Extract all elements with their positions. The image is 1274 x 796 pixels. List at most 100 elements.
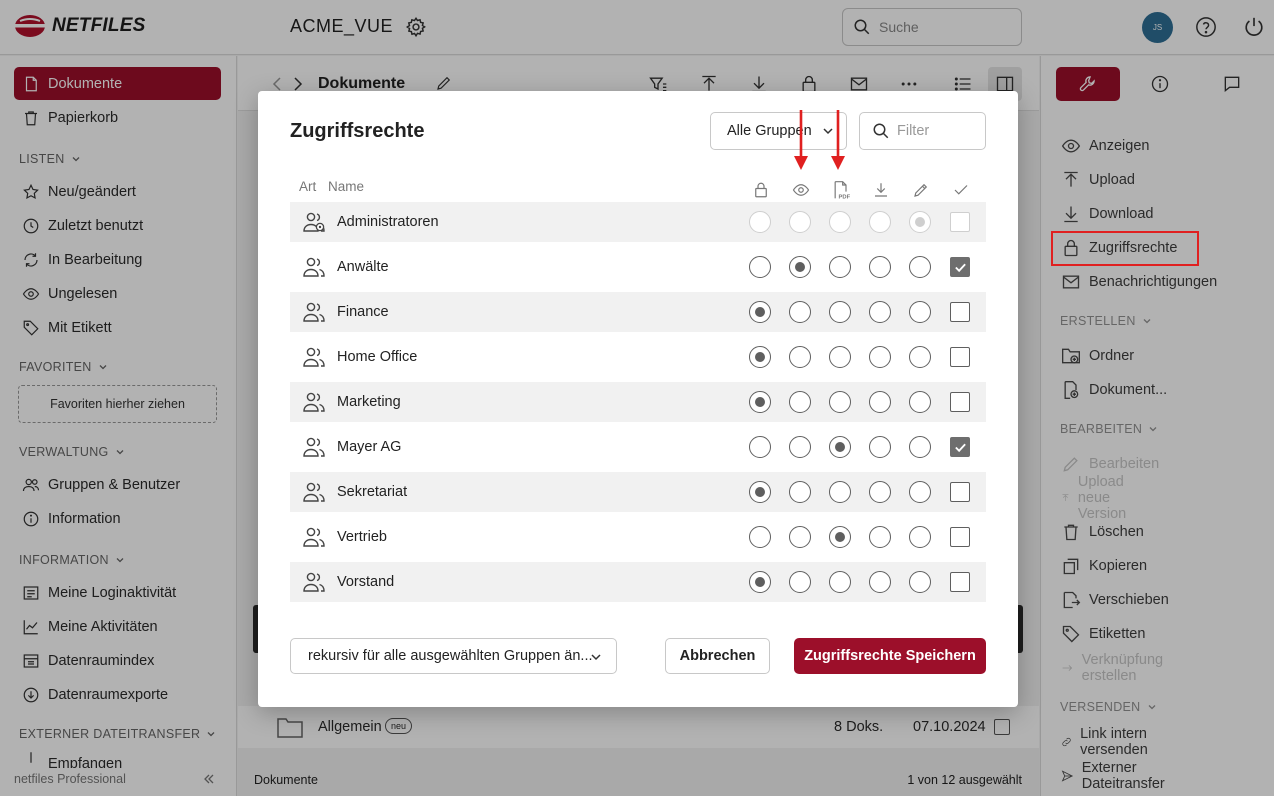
chevron-down-icon bbox=[1143, 319, 1151, 324]
permission-radio[interactable] bbox=[789, 391, 811, 413]
action-verknüpfung-erstellen[interactable]: Verknüpfung erstellen bbox=[1061, 652, 1170, 684]
permission-checkbox[interactable] bbox=[950, 437, 970, 457]
permission-radio[interactable] bbox=[789, 301, 811, 323]
chevron-down-icon bbox=[1148, 705, 1155, 710]
permission-radio[interactable] bbox=[909, 436, 931, 458]
permission-radio[interactable] bbox=[869, 256, 891, 278]
permission-radio[interactable] bbox=[829, 526, 851, 548]
permission-radio[interactable] bbox=[909, 256, 931, 278]
mail-icon bbox=[1062, 275, 1080, 289]
eye-icon bbox=[789, 179, 813, 201]
upload-icon bbox=[1064, 171, 1078, 187]
action-ordner[interactable]: Ordner bbox=[1061, 342, 1134, 370]
permission-radio[interactable] bbox=[909, 346, 931, 368]
permission-radio[interactable] bbox=[749, 391, 771, 413]
section-send[interactable]: VERSENDEN bbox=[1060, 700, 1157, 714]
permission-radio[interactable] bbox=[909, 211, 931, 233]
permission-radio[interactable] bbox=[749, 571, 771, 593]
save-permissions-button[interactable]: Zugriffsrechte Speichern bbox=[794, 638, 986, 674]
permission-radio[interactable] bbox=[869, 436, 891, 458]
permission-radio[interactable] bbox=[789, 256, 811, 278]
group-name: Anwälte bbox=[337, 259, 389, 275]
action-anzeigen[interactable]: Anzeigen bbox=[1061, 132, 1149, 160]
permission-radio[interactable] bbox=[789, 436, 811, 458]
permission-radio[interactable] bbox=[909, 301, 931, 323]
group-select[interactable]: Alle Gruppen bbox=[710, 112, 847, 150]
permission-radio[interactable] bbox=[869, 526, 891, 548]
permission-radio[interactable] bbox=[909, 481, 931, 503]
action-label: Link intern versenden bbox=[1080, 726, 1148, 758]
permission-checkbox[interactable] bbox=[950, 482, 970, 502]
permission-radio[interactable] bbox=[829, 256, 851, 278]
permission-checkbox[interactable] bbox=[950, 302, 970, 322]
section-edit[interactable]: BEARBEITEN bbox=[1060, 422, 1158, 436]
copy-icon bbox=[1063, 558, 1079, 575]
permission-radio[interactable] bbox=[749, 436, 771, 458]
permission-radio[interactable] bbox=[909, 526, 931, 548]
action-löschen[interactable]: Löschen bbox=[1061, 518, 1144, 546]
permission-checkbox[interactable] bbox=[950, 212, 970, 232]
group-icon bbox=[303, 572, 325, 592]
pencil-icon bbox=[1063, 457, 1078, 472]
permission-checkbox[interactable] bbox=[950, 392, 970, 412]
permission-radio[interactable] bbox=[829, 481, 851, 503]
permission-radio[interactable] bbox=[869, 301, 891, 323]
permission-radio[interactable] bbox=[789, 211, 811, 233]
permission-radio[interactable] bbox=[749, 346, 771, 368]
permission-radio[interactable] bbox=[829, 301, 851, 323]
permission-checkbox[interactable] bbox=[950, 347, 970, 367]
permission-checkbox[interactable] bbox=[950, 572, 970, 592]
permission-radio[interactable] bbox=[789, 571, 811, 593]
search-icon bbox=[873, 123, 889, 139]
permission-radio[interactable] bbox=[749, 301, 771, 323]
recursive-select[interactable]: rekursiv für alle ausgewählten Gruppen ä… bbox=[290, 638, 617, 674]
permission-radio[interactable] bbox=[909, 571, 931, 593]
permission-radio[interactable] bbox=[869, 391, 891, 413]
action-upload[interactable]: Upload bbox=[1061, 166, 1135, 194]
eye-icon bbox=[1061, 139, 1081, 153]
permission-radio[interactable] bbox=[789, 346, 811, 368]
permission-radio[interactable] bbox=[829, 571, 851, 593]
action-label: Externer Dateitransfer bbox=[1081, 760, 1165, 792]
permission-radio[interactable] bbox=[829, 211, 851, 233]
permission-radio[interactable] bbox=[869, 211, 891, 233]
action-upload-neue-version[interactable]: Upload neue Version bbox=[1061, 474, 1137, 522]
action-label: Löschen bbox=[1089, 524, 1144, 540]
action-label: Ordner bbox=[1089, 348, 1135, 364]
permission-radio[interactable] bbox=[749, 256, 771, 278]
permission-radio[interactable] bbox=[789, 526, 811, 548]
permission-radio[interactable] bbox=[869, 346, 891, 368]
permission-radio[interactable] bbox=[829, 436, 851, 458]
action-dokument[interactable]: Dokument... bbox=[1061, 376, 1167, 404]
permission-radio[interactable] bbox=[869, 571, 891, 593]
permission-radio[interactable] bbox=[749, 211, 771, 233]
action-download[interactable]: Download bbox=[1061, 200, 1154, 228]
group-name: Vertrieb bbox=[337, 529, 387, 545]
permission-radio[interactable] bbox=[829, 391, 851, 413]
group-icon bbox=[303, 437, 325, 457]
zugriffsrechte-highlight bbox=[1051, 231, 1199, 266]
action-etiketten[interactable]: Etiketten bbox=[1061, 620, 1145, 648]
permission-checkbox[interactable] bbox=[950, 527, 970, 547]
permission-radio[interactable] bbox=[749, 526, 771, 548]
permission-radio[interactable] bbox=[909, 391, 931, 413]
permission-radio[interactable] bbox=[789, 481, 811, 503]
pdf-icon: PDF bbox=[829, 179, 853, 201]
action-benachrichtigungen[interactable]: Benachrichtigungen bbox=[1061, 268, 1217, 296]
permission-radio[interactable] bbox=[869, 481, 891, 503]
action-label: Etiketten bbox=[1089, 626, 1146, 642]
permission-radio[interactable] bbox=[749, 481, 771, 503]
permission-checkbox[interactable] bbox=[950, 257, 970, 277]
group-row: Home Office bbox=[290, 337, 986, 377]
action-kopieren[interactable]: Kopieren bbox=[1061, 552, 1147, 580]
action-externer-dateitransfer[interactable]: Externer Dateitransfer bbox=[1061, 760, 1172, 792]
action-link-intern-versenden[interactable]: Link intern versenden bbox=[1061, 726, 1157, 758]
filter-input[interactable]: Filter bbox=[859, 112, 986, 150]
action-verschieben[interactable]: Verschieben bbox=[1061, 586, 1169, 614]
section-create[interactable]: ERSTELLEN bbox=[1060, 314, 1152, 328]
permission-radio[interactable] bbox=[829, 346, 851, 368]
action-label: Dokument... bbox=[1089, 382, 1168, 398]
cancel-button[interactable]: Abbrechen bbox=[665, 638, 770, 674]
chevron-down-icon bbox=[591, 654, 601, 661]
filter-placeholder: Filter bbox=[897, 123, 930, 139]
